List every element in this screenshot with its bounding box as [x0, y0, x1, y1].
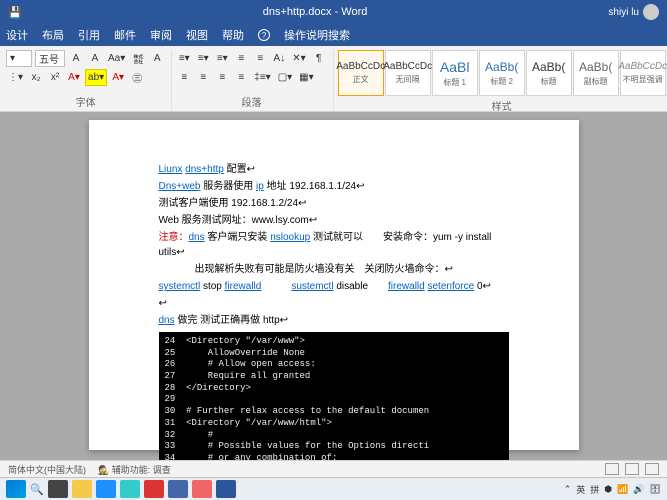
avatar-icon	[643, 4, 659, 20]
ribbon-tabs: 设计 布局 引用 邮件 审阅 视图 帮助 ? 操作说明搜索	[0, 24, 667, 46]
style-heading1[interactable]: AaBl标题 1	[432, 50, 478, 96]
read-mode-button[interactable]	[605, 463, 619, 475]
app-icon-3[interactable]	[192, 480, 212, 498]
ribbon: ▾ 五号 A A Aa▾ ㍿ A ⋮▾ x₂ x² A▾ ab▾ A▾ ㊂ 字体	[0, 46, 667, 112]
code-block-1: 24 <Directory "/var/www"> 25 AllowOverri…	[159, 332, 509, 469]
battery-icon[interactable]: 🗄	[650, 484, 661, 495]
web-layout-button[interactable]	[645, 463, 659, 475]
style-title[interactable]: AaBb(标题	[526, 50, 572, 96]
user-account[interactable]: shiyi lu	[608, 4, 659, 20]
style-subtitle[interactable]: AaBb(副标题	[573, 50, 619, 96]
align-center-button[interactable]: ≡	[195, 69, 211, 86]
align-right-button[interactable]: ≡	[214, 69, 230, 86]
style-nospacing[interactable]: AaBbCcDc无间隔	[385, 50, 431, 96]
app-icon-2[interactable]	[168, 480, 188, 498]
sort-button[interactable]: A↓	[271, 50, 287, 67]
style-heading2[interactable]: AaBb(标题 2	[479, 50, 525, 96]
dropbox-icon[interactable]: ⬢	[604, 484, 612, 495]
justify-button[interactable]: ≡	[233, 69, 249, 86]
tray-chevron-icon[interactable]: ⌃	[564, 484, 572, 495]
change-case-button[interactable]: Aa▾	[106, 50, 127, 67]
window-titlebar: 💾 dns+http.docx - Word shiyi lu	[0, 0, 667, 24]
text-effects-button[interactable]: x₂	[28, 69, 44, 86]
paragraph-group: ≡▾ ≡▾ ≡▾ ≡ ≡ A↓ ✕▾ ¶ ≡ ≡ ≡ ≡ ‡≡▾ ▢▾ ▦▾ 段…	[176, 50, 333, 111]
line-spacing-button[interactable]: ‡≡▾	[252, 69, 272, 86]
font-size-selector[interactable]: 五号	[35, 50, 65, 67]
edge-icon[interactable]	[96, 480, 116, 498]
task-view-icon[interactable]	[48, 480, 68, 498]
document-page[interactable]: Liunx dns+http 配置↩ Dns+web 服务器使用 ip 地址 1…	[89, 120, 579, 450]
ime-indicator[interactable]: 英	[576, 483, 585, 496]
language-status[interactable]: 简体中文(中国大陆)	[8, 463, 86, 476]
browser-icon[interactable]	[120, 480, 140, 498]
lightbulb-icon: ?	[258, 29, 270, 41]
tab-references[interactable]: 引用	[78, 27, 100, 43]
style-subtle-emphasis[interactable]: AaBbCcDc不明显强调	[620, 50, 666, 96]
document-canvas[interactable]: Liunx dns+http 配置↩ Dns+web 服务器使用 ip 地址 1…	[0, 112, 667, 480]
grow-font-button[interactable]: A	[68, 50, 84, 67]
highlight-button[interactable]: ab▾	[85, 69, 107, 86]
start-button[interactable]	[6, 480, 26, 498]
tab-mailings[interactable]: 邮件	[114, 27, 136, 43]
font-group-label: 字体	[6, 92, 165, 111]
bold-button[interactable]: ⋮▾	[6, 69, 25, 86]
print-layout-button[interactable]	[625, 463, 639, 475]
borders-button[interactable]: ▦▾	[297, 69, 315, 86]
shading-button[interactable]: ▢▾	[276, 69, 294, 86]
font-group: ▾ 五号 A A Aa▾ ㍿ A ⋮▾ x₂ x² A▾ ab▾ A▾ ㊂ 字体	[6, 50, 172, 111]
numbering-button[interactable]: ≡▾	[195, 50, 211, 67]
multilevel-button[interactable]: ≡▾	[214, 50, 230, 67]
network-icon[interactable]: 📶	[617, 484, 628, 495]
word-icon[interactable]	[216, 480, 236, 498]
asian-layout-button[interactable]: ✕▾	[290, 50, 307, 67]
system-tray: ⌃ 英 拼 ⬢ 📶 🔊 🗄	[564, 483, 661, 496]
enclose-char-button[interactable]: ㊂	[129, 69, 145, 86]
doc-text: Liunx	[159, 164, 183, 175]
search-icon[interactable]: 🔍	[30, 483, 44, 496]
tab-view[interactable]: 视图	[186, 27, 208, 43]
paragraph-group-label: 段落	[176, 92, 326, 111]
superscript-button[interactable]: x²	[47, 69, 63, 86]
bullets-button[interactable]: ≡▾	[176, 50, 192, 67]
accessibility-status[interactable]: 🕵 辅助功能: 调查	[98, 463, 171, 476]
tell-me-search[interactable]: 操作说明搜索	[284, 27, 350, 43]
phonetic-guide-button[interactable]: ㍿	[130, 50, 146, 67]
app-icon-1[interactable]	[144, 480, 164, 498]
tab-review[interactable]: 审阅	[150, 27, 172, 43]
status-bar: 简体中文(中国大陆) 🕵 辅助功能: 调查	[0, 460, 667, 477]
taskbar: 🔍 ⌃ 英 拼 ⬢ 📶 🔊 🗄	[0, 477, 667, 500]
volume-icon[interactable]: 🔊	[633, 484, 644, 495]
styles-group: AaBbCcDc正文 AaBbCcDc无间隔 AaBl标题 1 AaBb(标题 …	[338, 50, 667, 111]
style-normal[interactable]: AaBbCcDc正文	[338, 50, 384, 96]
tab-design[interactable]: 设计	[6, 27, 28, 43]
ime-mode[interactable]: 拼	[590, 483, 599, 496]
tab-layout[interactable]: 布局	[42, 27, 64, 43]
explorer-icon[interactable]	[72, 480, 92, 498]
align-left-button[interactable]: ≡	[176, 69, 192, 86]
show-marks-button[interactable]: ¶	[311, 50, 327, 67]
increase-indent-button[interactable]: ≡	[252, 50, 268, 67]
window-title: dns+http.docx - Word	[22, 6, 609, 18]
font-color-button[interactable]: A▾	[66, 69, 82, 86]
clear-formatting-button[interactable]: A	[149, 50, 165, 67]
shrink-font-button[interactable]: A	[87, 50, 103, 67]
decrease-indent-button[interactable]: ≡	[233, 50, 249, 67]
styles-group-label: 样式	[338, 96, 666, 115]
tab-help[interactable]: 帮助	[222, 27, 244, 43]
font-color-2-button[interactable]: A▾	[110, 69, 126, 86]
font-family-selector[interactable]: ▾	[6, 50, 32, 67]
styles-gallery[interactable]: AaBbCcDc正文 AaBbCcDc无间隔 AaBl标题 1 AaBb(标题 …	[338, 50, 666, 96]
save-icon[interactable]: 💾	[8, 6, 22, 19]
